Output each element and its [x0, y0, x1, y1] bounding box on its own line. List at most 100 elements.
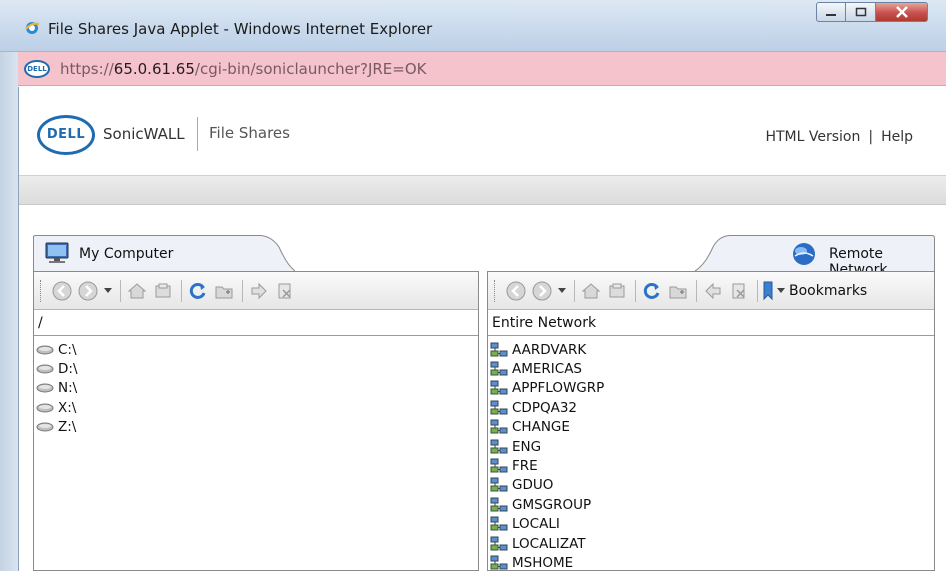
network-domain-icon	[490, 419, 510, 434]
refresh-icon	[189, 282, 206, 299]
close-button[interactable]	[876, 2, 928, 22]
upload-button[interactable]	[247, 279, 271, 303]
url-path: /cgi-bin/soniclauncher?JRE=OK	[194, 60, 427, 78]
list-item[interactable]: LOCALI	[490, 515, 932, 534]
help-link[interactable]: Help	[881, 129, 913, 145]
export-arrow-icon	[251, 282, 267, 299]
network-domain-icon	[490, 458, 510, 473]
brand-divider	[197, 117, 198, 151]
network-item-label: FRE	[512, 458, 538, 475]
bookmark-icon	[763, 281, 773, 300]
url-prefix: https://	[60, 60, 114, 78]
list-item[interactable]: Z:\	[36, 418, 476, 437]
local-file-pane: / C:\ D:\ N:\ X:\ Z:\	[33, 271, 479, 571]
new-folder-button[interactable]	[666, 279, 690, 303]
network-item-label: GMSGROUP	[512, 496, 592, 513]
list-item[interactable]: CDPQA32	[490, 398, 932, 417]
url-host: 65.0.61.65	[113, 60, 195, 78]
list-item[interactable]: LOCALIZAT	[490, 534, 932, 553]
html-version-link[interactable]: HTML Version	[765, 129, 860, 145]
list-item[interactable]: GMSGROUP	[490, 495, 932, 514]
local-path-field[interactable]: /	[34, 310, 478, 336]
list-item[interactable]: APPFLOWGRP	[490, 379, 932, 398]
toolbar-separator	[120, 279, 121, 302]
network-list: AARDVARK AMERICAS APPFLOWGRP CDPQA32 CHA…	[488, 338, 934, 571]
forward-button[interactable]	[530, 279, 554, 303]
up-folder-button[interactable]	[605, 279, 629, 303]
new-folder-button[interactable]	[212, 279, 236, 303]
list-item[interactable]: MSHOME	[490, 553, 932, 571]
list-item[interactable]: GDUO	[490, 476, 932, 495]
minimize-icon	[826, 14, 836, 16]
list-item[interactable]: N:\	[36, 379, 476, 398]
network-domain-icon	[490, 380, 510, 395]
drive-icon	[36, 381, 56, 395]
maximize-icon	[855, 7, 866, 17]
toolbar-separator	[574, 279, 575, 302]
chevron-down-icon	[777, 287, 785, 293]
refresh-button[interactable]	[186, 279, 210, 303]
list-item[interactable]: ENG	[490, 437, 932, 456]
back-arrow-icon	[506, 281, 526, 300]
toolbar-separator	[757, 279, 758, 302]
network-item-label: CHANGE	[512, 419, 570, 436]
minimize-button[interactable]	[816, 2, 846, 22]
forward-button[interactable]	[76, 279, 100, 303]
history-dropdown[interactable]	[102, 279, 114, 303]
page-content: DELL SonicWALL File Shares HTML Version |…	[18, 87, 946, 571]
list-item[interactable]: D:\	[36, 359, 476, 378]
drive-label: X:\	[58, 399, 77, 416]
history-dropdown[interactable]	[556, 279, 568, 303]
home-folder-icon	[127, 282, 147, 298]
toolbar-grip[interactable]	[494, 279, 496, 302]
list-item[interactable]: AMERICAS	[490, 359, 932, 378]
window-frame	[0, 52, 18, 571]
back-arrow-icon	[52, 281, 72, 300]
list-item[interactable]: C:\	[36, 340, 476, 359]
back-button[interactable]	[504, 279, 528, 303]
address-bar[interactable]: DELL https://65.0.61.65/cgi-bin/soniclau…	[18, 52, 946, 86]
home-button[interactable]	[579, 279, 603, 303]
list-item[interactable]: CHANGE	[490, 418, 932, 437]
chevron-down-icon	[558, 287, 566, 293]
drive-label: D:\	[58, 361, 78, 378]
toolbar-separator	[696, 279, 697, 302]
window-titlebar: File Shares Java Applet - Windows Intern…	[0, 0, 946, 52]
home-button[interactable]	[125, 279, 149, 303]
network-item-label: MSHOME	[512, 554, 574, 571]
network-domain-icon	[490, 516, 510, 531]
toolbar-separator	[181, 279, 182, 302]
chevron-down-icon	[104, 287, 112, 293]
bookmarks-button[interactable]: Bookmarks	[762, 279, 867, 303]
toolbar-grip[interactable]	[40, 279, 42, 302]
list-item[interactable]: X:\	[36, 398, 476, 417]
drive-icon	[36, 362, 56, 376]
link-separator: |	[868, 129, 874, 145]
network-item-label: LOCALI	[512, 516, 560, 533]
network-item-label: GDUO	[512, 477, 554, 494]
refresh-button[interactable]	[640, 279, 664, 303]
local-drive-list: C:\ D:\ N:\ X:\ Z:\	[34, 338, 478, 439]
toolbar-separator	[635, 279, 636, 302]
tab-my-computer[interactable]: My Computer	[33, 235, 295, 271]
download-button[interactable]	[701, 279, 725, 303]
forward-arrow-icon	[78, 281, 98, 300]
list-item[interactable]: FRE	[490, 456, 932, 475]
delete-button[interactable]	[273, 279, 297, 303]
home-folder-icon	[581, 282, 601, 298]
list-item[interactable]: AARDVARK	[490, 340, 932, 359]
delete-button[interactable]	[727, 279, 751, 303]
drive-icon	[36, 401, 56, 415]
address-url[interactable]: https://65.0.61.65/cgi-bin/soniclauncher…	[60, 60, 426, 78]
drive-icon	[36, 343, 56, 357]
tab-remote-network[interactable]: Remote Network	[695, 235, 935, 278]
app-name: File Shares	[209, 124, 290, 142]
maximize-button[interactable]	[846, 2, 876, 22]
back-button[interactable]	[50, 279, 74, 303]
dell-logo: DELL	[37, 115, 95, 155]
remote-path-field[interactable]: Entire Network	[488, 310, 934, 336]
network-domain-icon	[490, 555, 510, 570]
delete-icon	[732, 283, 745, 298]
up-folder-button[interactable]	[151, 279, 175, 303]
remote-toolbar: Bookmarks	[488, 272, 934, 310]
